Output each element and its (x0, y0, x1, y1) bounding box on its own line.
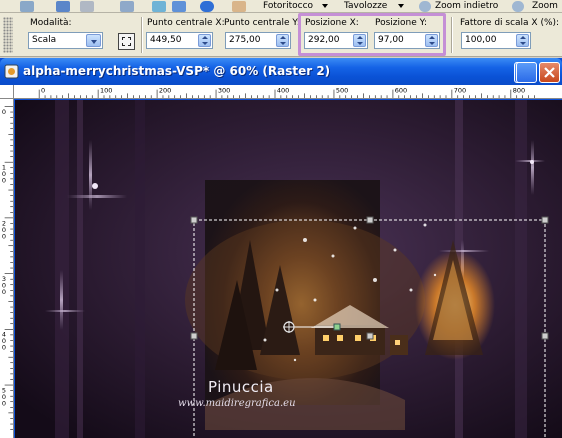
punto-centrale-x-value: 449,50 (150, 35, 182, 45)
resize-handle-nw[interactable] (190, 216, 198, 224)
ruler-label: 0 (2, 108, 6, 116)
ruler-label: 0 (2, 344, 6, 352)
document-window: alpha-merrychristmas-VSP* @ 60% (Raster … (0, 58, 562, 438)
modalita-value: Scala (32, 35, 57, 45)
ruler-label: 500 (336, 86, 348, 94)
resize-handle-w[interactable] (190, 332, 198, 340)
ruler-label: 0 (2, 399, 6, 407)
ruler-label: 0 (2, 177, 6, 185)
modalita-select[interactable]: Scala (28, 32, 103, 49)
document-title: alpha-merrychristmas-VSP* @ 60% (Raster … (23, 64, 331, 78)
spinner-icon[interactable] (276, 34, 289, 47)
fattore-scala-label: Fattore di scala X (%): (460, 18, 560, 28)
punto-centrale-x-label: Punto centrale X: (147, 18, 225, 28)
tavolozze-menu[interactable]: Tavolozze (344, 0, 387, 12)
ruler-label: 0 (2, 232, 6, 240)
title-bar[interactable]: alpha-merrychristmas-VSP* @ 60% (Raster … (0, 58, 562, 85)
paste-icon[interactable] (152, 1, 166, 12)
tool-options-bar: Modalità: Scala Punto centrale X: 449,50… (0, 13, 562, 57)
spinner-icon[interactable] (198, 34, 211, 47)
toolbar-grip[interactable] (3, 17, 13, 53)
center-pivot-handle[interactable] (366, 332, 374, 340)
ruler-label: 400 (277, 86, 289, 94)
zoom-in-icon[interactable] (512, 1, 524, 12)
rotation-handle[interactable] (333, 323, 341, 331)
image-canvas[interactable]: Pinuccia www.maidiregrafica.eu (15, 100, 562, 438)
tavolozze-dropdown-icon[interactable] (398, 4, 404, 8)
ruler-label: 100 (100, 86, 112, 94)
zoom-out-icon[interactable] (419, 1, 431, 12)
ruler-corner (0, 85, 14, 99)
fattore-scala-value: 100,00 (465, 35, 497, 45)
artwork-website: www.maidiregrafica.eu (178, 398, 296, 409)
maximize-button[interactable] (516, 62, 537, 83)
separator (141, 17, 143, 53)
punto-centrale-y-value: 275,00 (229, 35, 261, 45)
fotoritocco-menu[interactable]: Fotoritocco (263, 0, 313, 12)
close-icon (544, 67, 555, 78)
ruler-label: 800 (513, 86, 525, 94)
modalita-label: Modalità: (30, 18, 72, 28)
resize-handle-e[interactable] (541, 332, 549, 340)
resize-handle-n[interactable] (366, 216, 374, 224)
close-button[interactable] (539, 62, 560, 83)
zoom-button[interactable]: Zoom (532, 0, 558, 12)
resize-handle-ne[interactable] (541, 216, 549, 224)
fattore-scala-input[interactable]: 100,00 (461, 32, 531, 49)
ruler-label: 300 (218, 86, 230, 94)
fotoritocco-dropdown-icon[interactable] (322, 4, 328, 8)
psp-document-icon (4, 64, 19, 79)
redo-icon[interactable] (80, 1, 94, 12)
separator (451, 17, 453, 53)
ruler-label: 0 (41, 86, 45, 94)
punto-centrale-y-input[interactable]: 275,00 (225, 32, 291, 49)
document-icon[interactable] (172, 1, 186, 12)
punto-centrale-x-input[interactable]: 449,50 (146, 32, 213, 49)
punto-centrale-y-label: Punto centrale Y: (224, 18, 300, 28)
horizontal-ruler: 0 100 200 300 400 500 600 700 800 (14, 85, 562, 99)
spinner-icon[interactable] (516, 34, 529, 47)
zoom-indietro-button[interactable]: Zoom indietro (435, 0, 498, 12)
artwork-signature: Pinuccia (208, 378, 274, 396)
canvas-artwork (15, 100, 562, 438)
bounding-box-icon[interactable] (118, 33, 135, 50)
ruler-label: 600 (395, 86, 407, 94)
print-icon[interactable] (20, 1, 34, 12)
eraser-icon[interactable] (232, 1, 246, 12)
main-toolbar: Fotoritocco Tavolozze Zoom indietro Zoom (0, 0, 562, 13)
position-highlight-box (298, 13, 446, 56)
ruler-label: 0 (2, 288, 6, 296)
info-icon[interactable] (200, 1, 214, 12)
copy-icon[interactable] (120, 1, 134, 12)
vertical-ruler: 0100200300400500 (0, 99, 14, 438)
ruler-label: 200 (159, 86, 171, 94)
ruler-label: 700 (454, 86, 466, 94)
undo-icon[interactable] (56, 1, 70, 12)
chevron-down-icon[interactable] (86, 34, 101, 47)
